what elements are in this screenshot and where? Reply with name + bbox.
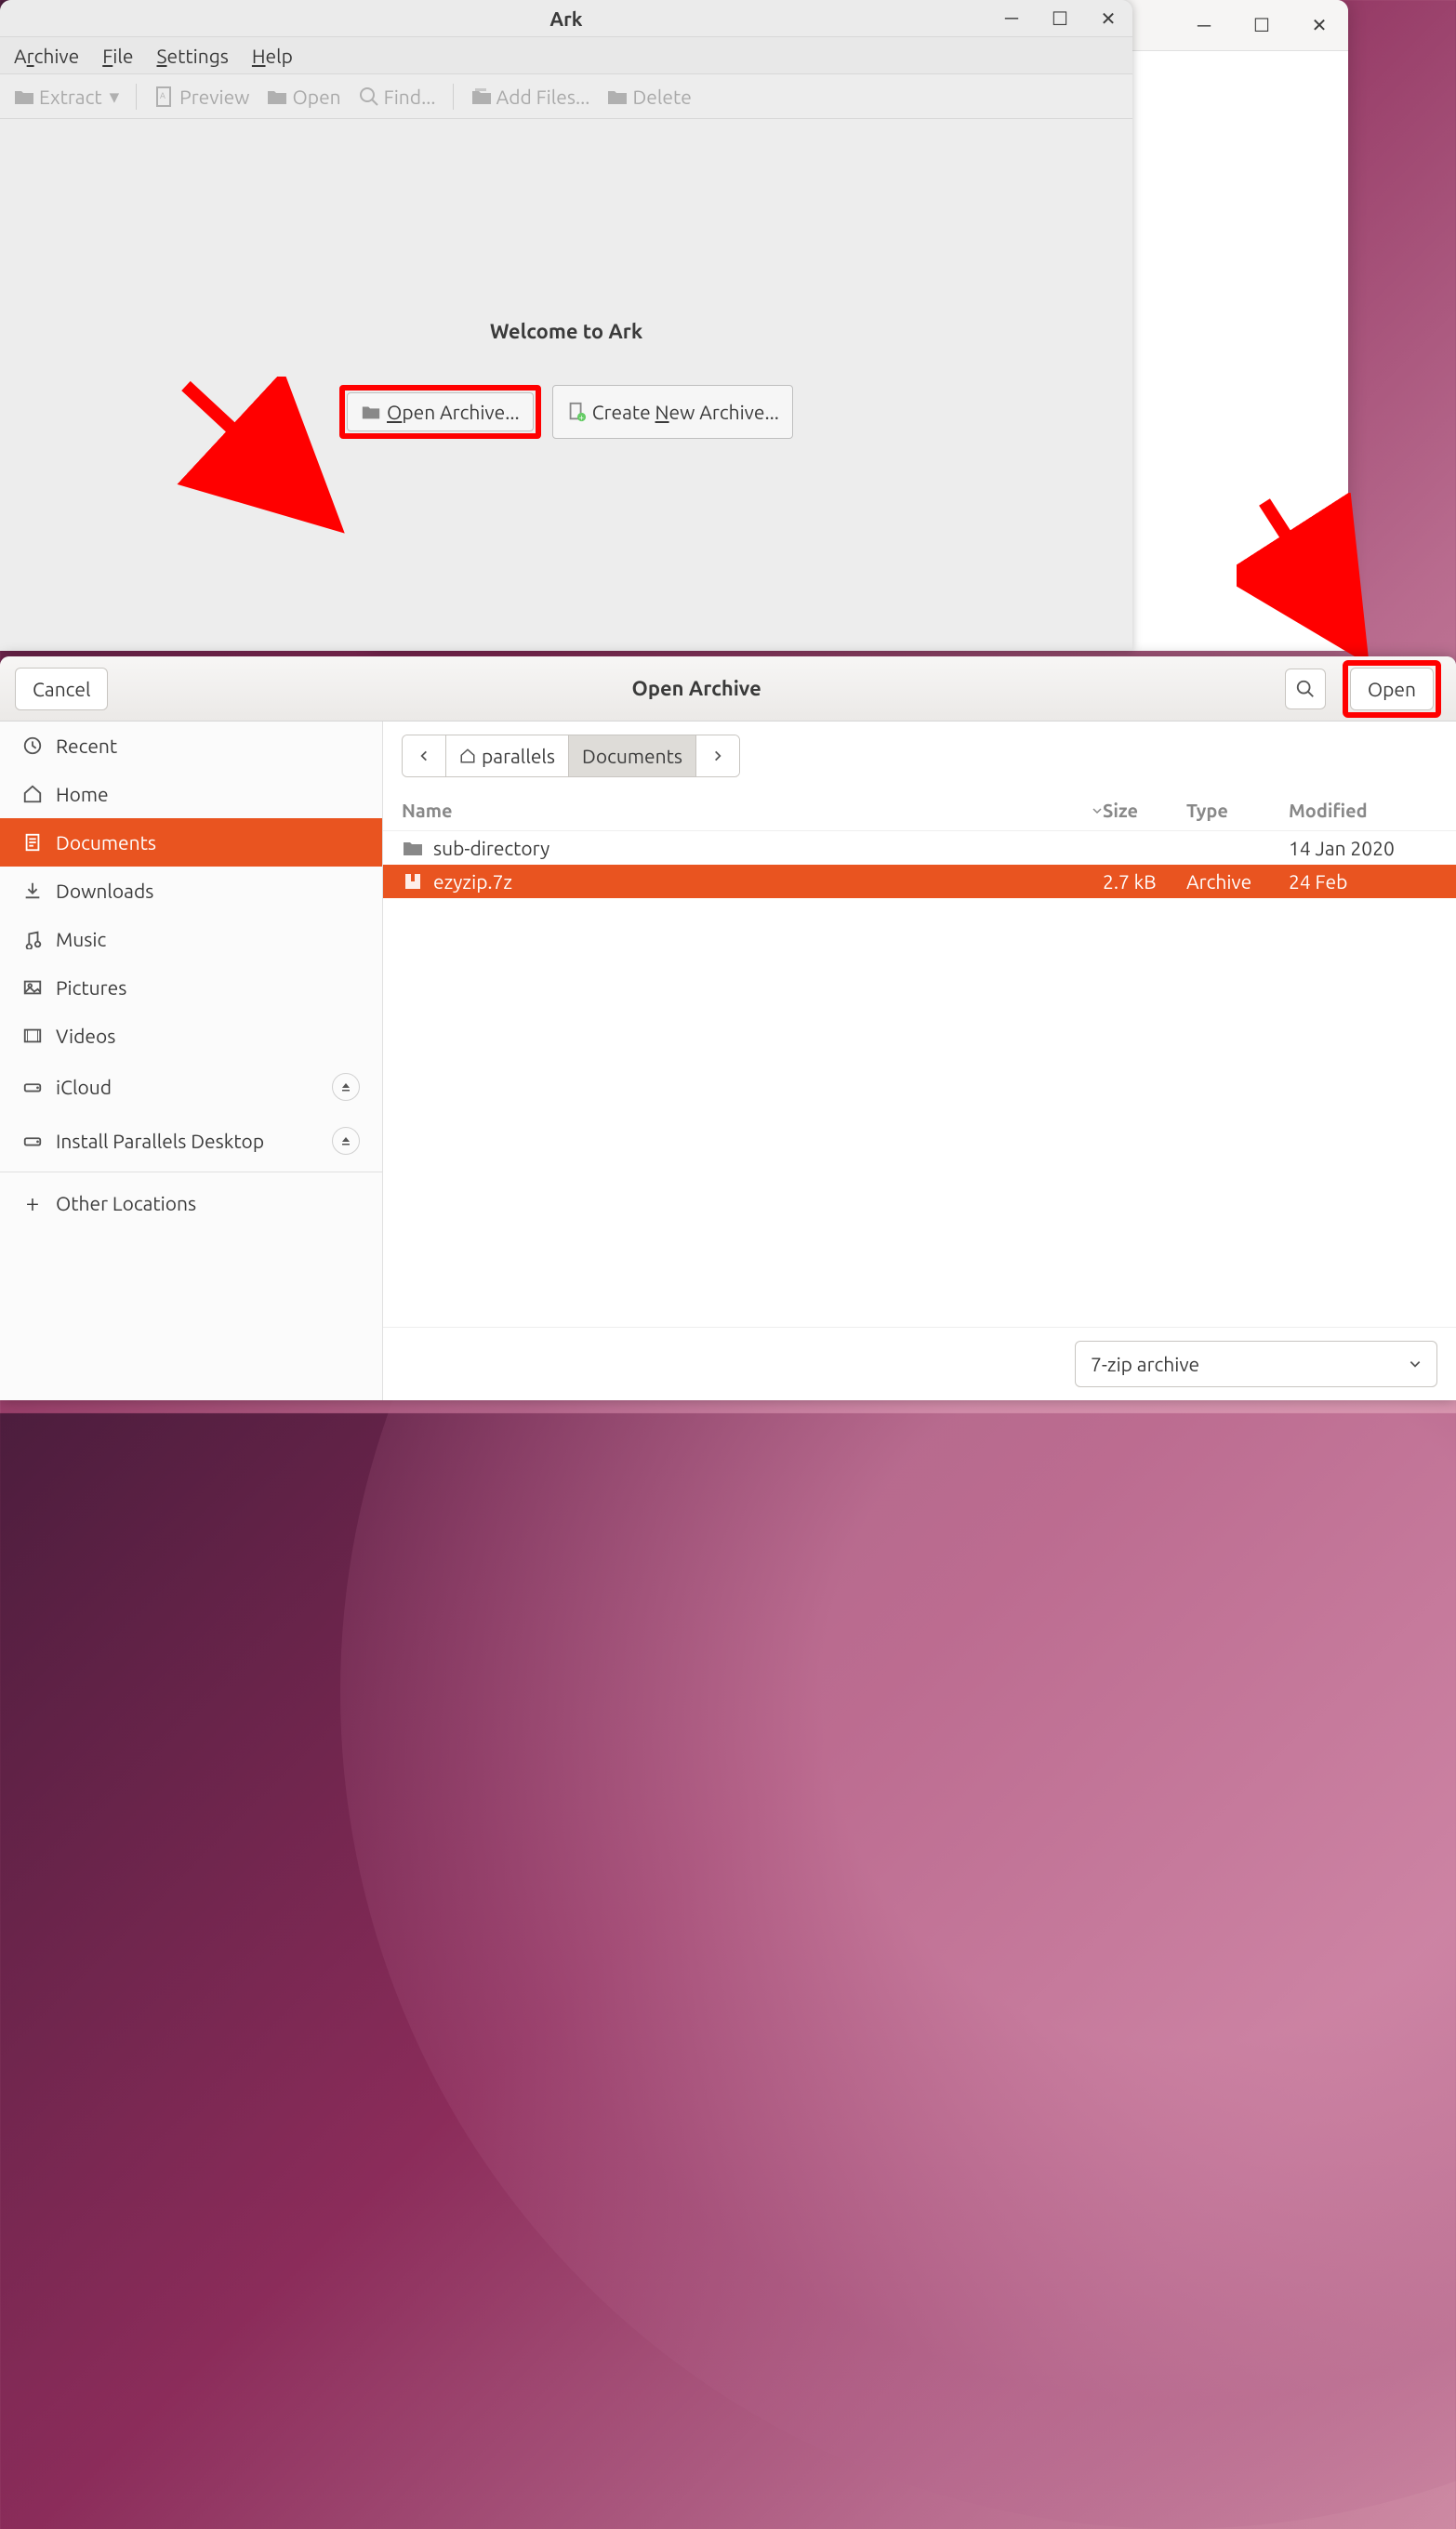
- svg-text:+: +: [578, 412, 583, 422]
- chevron-down-icon: ▾: [110, 85, 120, 108]
- sidebar-item-install-parallels[interactable]: Install Parallels Desktop: [0, 1114, 382, 1168]
- folder-extract-icon: [13, 86, 35, 108]
- downloads-icon: [22, 881, 43, 901]
- menu-file[interactable]: File: [102, 45, 133, 67]
- open-archive-button[interactable]: Open Archive...: [347, 392, 534, 431]
- eject-button[interactable]: [332, 1073, 360, 1101]
- close-icon[interactable]: ✕: [1098, 8, 1118, 29]
- toolbar: Extract ▾ A Preview Open Find... Add Fil…: [0, 74, 1132, 119]
- sidebar-item-recent[interactable]: Recent: [0, 722, 382, 770]
- file-list-header: Name Size Type Modified: [383, 790, 1456, 831]
- add-files-button[interactable]: Add Files...: [467, 84, 594, 110]
- delete-button[interactable]: Delete: [602, 84, 695, 110]
- chevron-right-icon: [711, 749, 724, 762]
- breadcrumb-back-button[interactable]: [403, 735, 446, 776]
- search-icon: [358, 86, 380, 108]
- breadcrumb-home[interactable]: parallels: [446, 735, 569, 776]
- sidebar-item-other-locations[interactable]: + Other Locations: [0, 1176, 382, 1229]
- dialog-footer: 7-zip archive: [383, 1327, 1456, 1400]
- home-icon: [459, 748, 476, 764]
- menu-settings[interactable]: Settings: [156, 45, 228, 67]
- column-name[interactable]: Name: [402, 800, 1103, 821]
- menu-archive[interactable]: Archive: [14, 45, 79, 67]
- sidebar-item-music[interactable]: Music: [0, 915, 382, 963]
- music-icon: [22, 929, 43, 949]
- breadcrumb-documents[interactable]: Documents: [569, 735, 696, 776]
- minimize-icon[interactable]: ─: [1001, 8, 1022, 29]
- recent-icon: [22, 735, 43, 756]
- file-new-icon: +: [566, 402, 587, 422]
- welcome-heading: Welcome to Ark: [490, 320, 642, 343]
- folder-open-icon: [361, 402, 381, 422]
- file-row-archive[interactable]: ezyzip.7z 2.7 kB Archive 24 Feb: [383, 865, 1456, 898]
- folder-delete-icon: [606, 86, 629, 108]
- home-icon: [22, 784, 43, 804]
- ark-window: Ark ─ ☐ ✕ Archive File Settings Help Ext…: [0, 0, 1132, 651]
- file-list-empty-area[interactable]: [383, 898, 1456, 1327]
- file-type-select[interactable]: 7-zip archive: [1075, 1341, 1437, 1387]
- dialog-header: Cancel Open Archive Open: [0, 656, 1456, 722]
- search-button[interactable]: [1285, 669, 1326, 709]
- chevron-left-icon: [417, 749, 430, 762]
- file-chooser-dialog: Cancel Open Archive Open Recent Home Doc…: [0, 656, 1456, 1400]
- breadcrumb: parallels Documents: [383, 722, 1456, 790]
- file-list-pane: parallels Documents Name Size Type: [383, 722, 1456, 1400]
- sidebar-item-home[interactable]: Home: [0, 770, 382, 818]
- maximize-icon[interactable]: ☐: [1050, 8, 1070, 29]
- separator: [453, 84, 454, 110]
- page-icon: A: [153, 86, 176, 108]
- eject-icon: [340, 1081, 351, 1092]
- eject-button[interactable]: [332, 1127, 360, 1155]
- documents-icon: [22, 832, 43, 853]
- open-button-highlight: Open: [1343, 660, 1441, 718]
- ark-content: Welcome to Ark Open Archive... + Create …: [0, 119, 1132, 640]
- chevron-down-icon: [1409, 1357, 1422, 1370]
- open-button[interactable]: Open: [1350, 668, 1434, 710]
- column-size[interactable]: Size: [1103, 800, 1186, 821]
- sidebar-item-documents[interactable]: Documents: [0, 818, 382, 867]
- chevron-down-icon: [1092, 805, 1103, 816]
- folder-icon: [402, 837, 424, 859]
- drive-icon: [22, 1077, 43, 1097]
- sidebar-item-downloads[interactable]: Downloads: [0, 867, 382, 915]
- menubar: Archive File Settings Help: [0, 37, 1132, 74]
- minimize-icon[interactable]: ─: [1194, 15, 1214, 35]
- search-icon: [1295, 679, 1316, 699]
- column-modified[interactable]: Modified: [1289, 800, 1437, 821]
- videos-icon: [22, 1026, 43, 1046]
- open-button[interactable]: Open: [262, 84, 344, 110]
- close-icon[interactable]: ✕: [1309, 15, 1330, 35]
- separator: [136, 84, 137, 110]
- dialog-title: Open Archive: [119, 677, 1273, 700]
- pictures-icon: [22, 977, 43, 998]
- column-type[interactable]: Type: [1186, 800, 1289, 821]
- file-row-folder[interactable]: sub-directory 14 Jan 2020: [383, 831, 1456, 865]
- preview-button[interactable]: A Preview: [150, 84, 253, 110]
- disc-icon: [22, 1131, 43, 1151]
- find-button[interactable]: Find...: [354, 84, 440, 110]
- archive-icon: [402, 870, 424, 893]
- svg-text:A: A: [160, 91, 165, 100]
- maximize-icon[interactable]: ☐: [1251, 15, 1272, 35]
- sidebar-item-pictures[interactable]: Pictures: [0, 963, 382, 1012]
- breadcrumb-forward-button[interactable]: [696, 735, 739, 776]
- cancel-button[interactable]: Cancel: [15, 668, 108, 710]
- eject-icon: [340, 1135, 351, 1146]
- page-title: Ark: [549, 7, 582, 30]
- ark-titlebar: Ark ─ ☐ ✕: [0, 0, 1132, 37]
- open-archive-highlight: Open Archive...: [339, 385, 541, 439]
- folder-open-icon: [266, 86, 288, 108]
- menu-help[interactable]: Help: [252, 45, 293, 67]
- folder-add-icon: [470, 86, 493, 108]
- extract-button[interactable]: Extract ▾: [9, 83, 123, 110]
- sidebar-item-videos[interactable]: Videos: [0, 1012, 382, 1060]
- plus-icon: +: [22, 1189, 43, 1216]
- sidebar-item-icloud[interactable]: iCloud: [0, 1060, 382, 1114]
- places-sidebar: Recent Home Documents Downloads Music Pi…: [0, 722, 383, 1400]
- create-archive-button[interactable]: + Create New Archive...: [552, 385, 793, 439]
